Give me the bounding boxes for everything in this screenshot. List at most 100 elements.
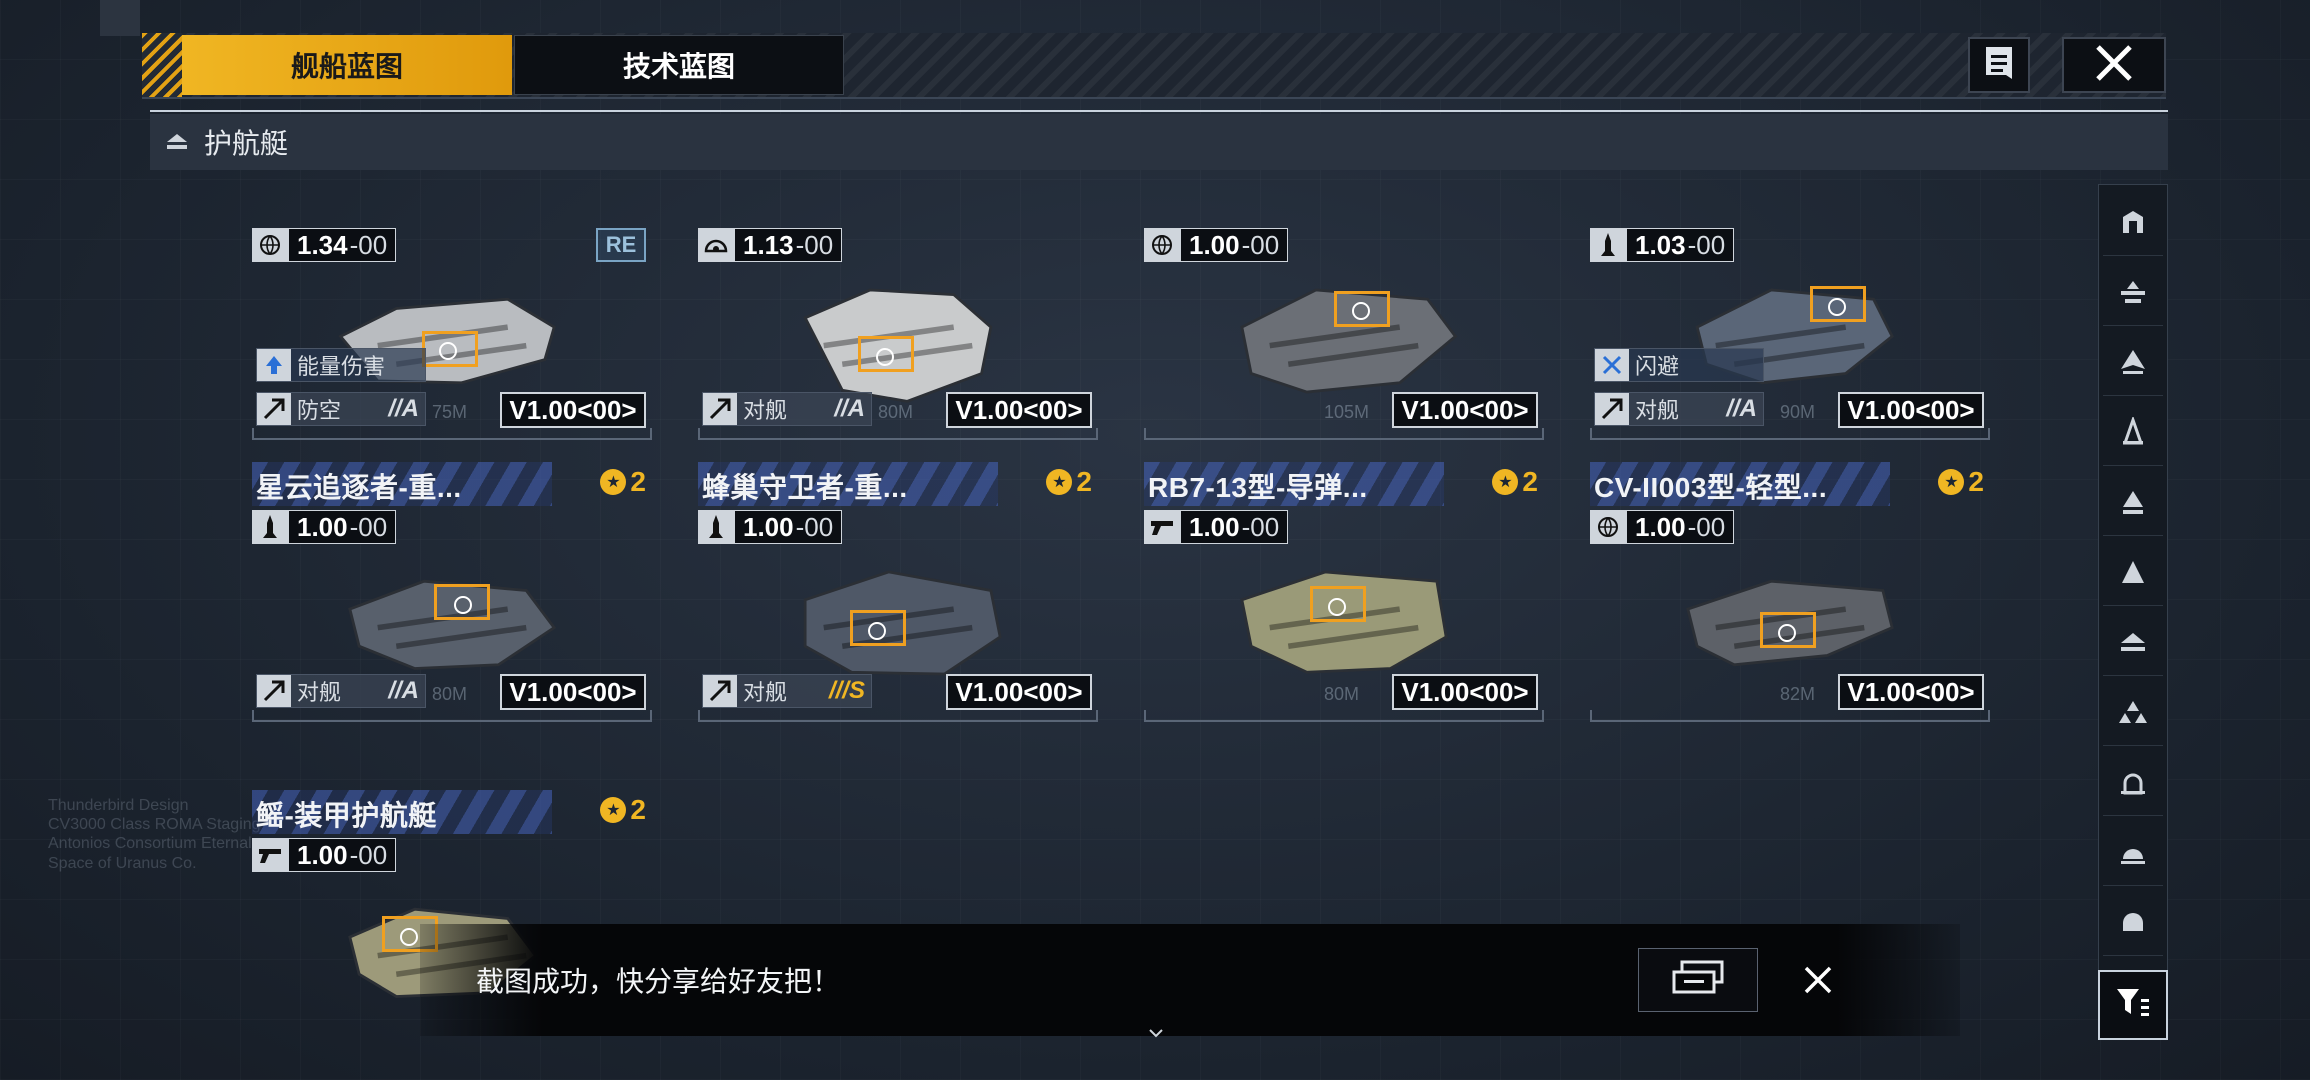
rail-item-escort[interactable] <box>2103 613 2163 676</box>
level-main: 1.00 <box>1189 229 1240 260</box>
level-main: 1.00 <box>1635 511 1686 542</box>
globe-icon <box>1590 510 1626 544</box>
share-button[interactable] <box>1638 948 1758 1012</box>
target-dot <box>454 596 472 614</box>
rail-item-cruiser[interactable] <box>2103 333 2163 396</box>
rail-item-battleship[interactable] <box>2103 193 2163 256</box>
ability-tag: 闪避 <box>1594 348 1764 382</box>
role-tag: 对舰 //A <box>702 392 872 426</box>
level-decimal: 00 <box>1696 229 1726 260</box>
ship-length: 80M <box>1324 684 1360 704</box>
carrier-icon <box>2117 277 2149 312</box>
escort-icon <box>2117 627 2149 662</box>
blueprint-card[interactable]: 1.34 -00 RE 能量伤害 防空 //A 75M V1.00<00> <box>252 180 652 440</box>
rail-item-dome[interactable] <box>2103 823 2163 886</box>
target-dot <box>1352 302 1370 320</box>
card-base-line <box>698 428 1098 440</box>
rail-item-fighter[interactable] <box>2103 683 2163 746</box>
blueprint-card[interactable]: 蜂巢守卫者-重... ★ 2 1.00 -00 对舰 ///S V1.00<00> <box>698 462 1098 722</box>
ability-tag: 能量伤害 <box>256 348 426 382</box>
ship-level: 1.13 -00 <box>698 228 843 262</box>
version-box: V1.00<00> <box>1838 674 1984 710</box>
document-button[interactable] <box>1968 37 2030 93</box>
level-decimal: 00 <box>804 511 834 542</box>
tab-edge-stripes <box>142 33 182 97</box>
close-button[interactable] <box>2062 37 2166 93</box>
tab-label: 技术蓝图 <box>622 51 735 82</box>
capsule-icon <box>2117 907 2149 942</box>
rank-badge: ★ 2 <box>1938 466 1984 498</box>
fighter-icon <box>2117 697 2149 732</box>
ship-level: 1.00 -00 <box>252 838 397 872</box>
role-grade: //A <box>388 677 419 704</box>
rank-value: 2 <box>1522 466 1538 497</box>
ship-level: 1.00 -00 <box>1590 510 1735 544</box>
version-box: V1.00<00> <box>500 674 646 710</box>
ship-name: CV-II003型-轻型... <box>1594 472 1828 503</box>
blueprint-card[interactable]: 1.00 -00 105M V1.00<00> <box>1144 180 1544 440</box>
arrow-up-icon <box>257 349 291 381</box>
share-icon <box>1668 958 1728 1003</box>
rank-value: 2 <box>630 794 646 825</box>
level-decimal: 00 <box>358 229 388 260</box>
level-main: 1.13 <box>743 229 794 260</box>
rail-item-corvette[interactable] <box>2103 543 2163 606</box>
role-label: 对舰 <box>1635 398 1680 423</box>
ship-level: 1.00 -00 <box>1144 228 1289 262</box>
cruiser-icon <box>2117 347 2149 382</box>
role-tag: 对舰 //A <box>256 674 426 708</box>
blueprint-card[interactable]: 1.03 -00 闪避 对舰 //A 90M V1.00<00> <box>1590 180 1990 440</box>
anti-ship-icon <box>257 675 291 707</box>
target-dot <box>1778 624 1796 642</box>
rank-badge: ★ 2 <box>600 466 646 498</box>
filter-icon <box>2115 985 2151 1026</box>
rail-item-capsule[interactable] <box>2103 893 2163 956</box>
rank-value: 2 <box>1076 466 1092 497</box>
toast-close-button[interactable] <box>1790 954 1846 1010</box>
missile-icon <box>252 510 288 544</box>
blueprint-card[interactable]: 1.13 -00 对舰 //A 80M V1.00<00> <box>698 180 1098 440</box>
version-box: V1.00<00> <box>1838 392 1984 428</box>
anti-ship-icon <box>1595 393 1629 425</box>
blueprint-card[interactable]: RB7-13型-导弹... ★ 2 1.00 -00 80M V1.00<00> <box>1144 462 1544 722</box>
category-bar[interactable]: 护航艇 <box>150 114 2168 170</box>
target-dot <box>868 622 886 640</box>
gun-icon <box>252 838 288 872</box>
blueprint-card[interactable]: CV-II003型-轻型... ★ 2 1.00 -00 82M V1.00<00> <box>1590 462 1990 722</box>
tab-tech-blueprint[interactable]: 技术蓝图 <box>514 35 844 95</box>
toast-message: 截图成功，快分享给好友把！ <box>476 966 841 997</box>
role-tag: 对舰 ///S <box>702 674 872 708</box>
radar-icon <box>698 228 734 262</box>
rank-badge: ★ 2 <box>600 794 646 826</box>
role-grade: //A <box>1726 395 1757 422</box>
rank-star-icon: ★ <box>600 797 627 823</box>
background-text: Thunderbird Design CV3000 Class ROMA Stag… <box>48 797 261 872</box>
tab-ship-blueprint[interactable]: 舰船蓝图 <box>182 35 512 95</box>
screenshot-toast: 截图成功，快分享给好友把！ <box>420 924 1960 1036</box>
role-label: 对舰 <box>743 398 788 423</box>
version-box: V1.00<00> <box>500 392 646 428</box>
card-base-line <box>1144 428 1544 440</box>
tab-label: 舰船蓝图 <box>290 51 403 82</box>
rank-star-icon: ★ <box>600 469 627 495</box>
version-box: V1.00<00> <box>946 674 1092 710</box>
role-tag: 对舰 //A <box>1594 392 1764 426</box>
rail-item-destroyer[interactable] <box>2103 403 2163 466</box>
ship-class-rail <box>2098 184 2168 1040</box>
anti-ship-icon <box>703 393 737 425</box>
level-main: 1.03 <box>1635 229 1686 260</box>
rank-star-icon: ★ <box>1938 469 1965 495</box>
filter-button[interactable] <box>2098 970 2168 1040</box>
role-label: 对舰 <box>297 680 342 705</box>
rail-item-frigate[interactable] <box>2103 473 2163 536</box>
category-label: 护航艇 <box>204 128 289 159</box>
ability-label: 闪避 <box>1635 354 1680 379</box>
rank-value: 2 <box>630 466 646 497</box>
blueprint-card[interactable]: 星云追逐者-重... ★ 2 1.00 -00 对舰 //A 80M V1.00<00> <box>252 462 652 722</box>
utility-icon <box>2117 767 2149 802</box>
anti-ship-icon <box>257 393 291 425</box>
level-value: 1.13 -00 <box>734 228 843 262</box>
rail-item-carrier[interactable] <box>2103 263 2163 326</box>
level-decimal: 00 <box>1250 511 1280 542</box>
rail-item-utility[interactable] <box>2103 753 2163 816</box>
